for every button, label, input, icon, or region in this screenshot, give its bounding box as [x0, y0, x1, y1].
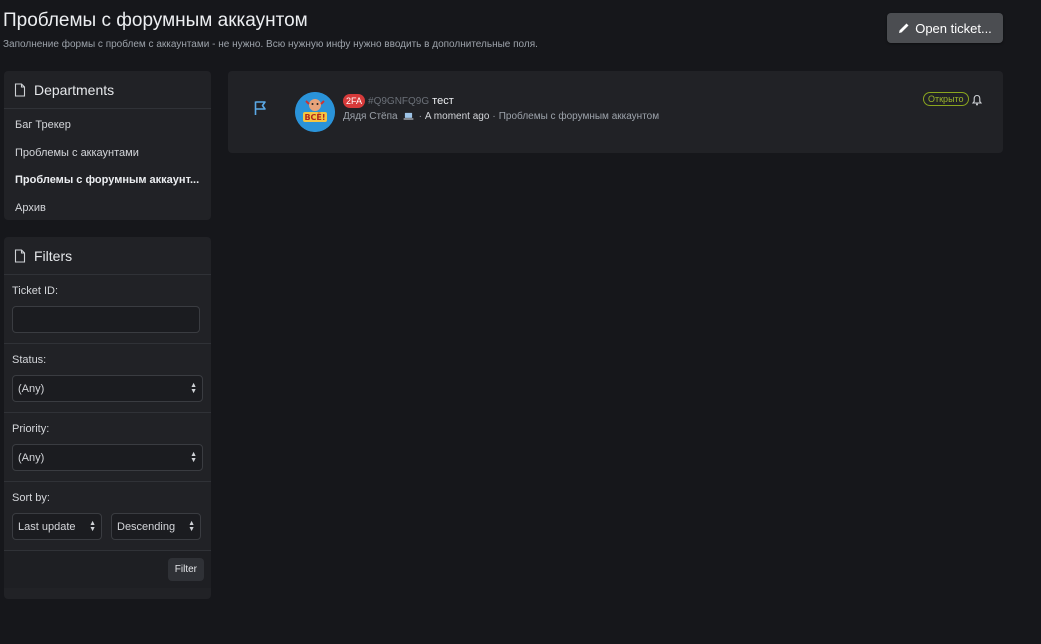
sort-field-select[interactable]: Last update ▲ ▼	[12, 513, 102, 540]
pencil-icon	[899, 23, 909, 33]
sort-order-select[interactable]: Descending ▲ ▼	[111, 513, 201, 540]
status-select-value: (Any)	[18, 382, 45, 395]
priority-section: Priority: (Any) ▲ ▼	[4, 413, 211, 482]
meta-separator: ·	[492, 111, 496, 122]
avatar-image: ВСЁ!	[295, 92, 335, 132]
ticket-id: #Q9GNFQ9G	[368, 95, 430, 107]
ticket-prefix-badge[interactable]: 2FA	[343, 94, 366, 108]
department-item-archive[interactable]: Архив	[4, 194, 211, 222]
meta-separator: ·	[418, 111, 422, 122]
select-arrows-icon: ▲ ▼	[190, 381, 197, 395]
ticket-title[interactable]: тест	[432, 95, 454, 107]
avatar-text: ВСЁ!	[304, 112, 325, 122]
departments-header: Departments	[4, 71, 211, 109]
departments-list: Баг Трекер Проблемы с аккаунтами Проблем…	[4, 109, 211, 222]
filters-block: Filters Ticket ID: Status: (Any) ▲ ▼ Prio…	[4, 237, 211, 599]
flag-icon[interactable]	[253, 100, 269, 116]
departments-title: Departments	[34, 81, 115, 98]
ticket-id-label: Ticket ID:	[12, 285, 59, 297]
select-arrows-icon: ▲ ▼	[89, 519, 96, 533]
ticket-author[interactable]: Дядя Стёпа	[343, 111, 398, 122]
open-ticket-button[interactable]: Open ticket...	[887, 13, 1003, 43]
priority-select[interactable]: (Any) ▲ ▼	[12, 444, 203, 471]
ticket-department[interactable]: Проблемы с форумным аккаунтом	[499, 111, 659, 122]
sort-field-value: Last update	[18, 520, 76, 533]
select-arrows-icon: ▲ ▼	[190, 450, 197, 464]
page-title: Проблемы с форумным аккаунтом	[3, 10, 308, 31]
department-item-forum-account-problems[interactable]: Проблемы с форумным аккаунт...	[4, 166, 211, 194]
filters-title: Filters	[34, 247, 73, 264]
document-icon	[14, 248, 26, 263]
select-arrows-icon: ▲ ▼	[188, 519, 195, 533]
departments-block: Departments Баг Трекер Проблемы с аккаун…	[4, 71, 211, 220]
bell-icon[interactable]	[972, 94, 982, 106]
priority-select-value: (Any)	[18, 451, 45, 464]
status-label: Status:	[12, 354, 47, 366]
priority-label: Priority:	[12, 423, 50, 435]
open-ticket-label: Open ticket...	[915, 20, 992, 36]
laptop-icon	[403, 112, 414, 120]
status-select[interactable]: (Any) ▲ ▼	[12, 375, 203, 402]
filter-footer: Filter	[4, 551, 211, 588]
ticket-list-item[interactable]: ВСЁ! 2FA #Q9GNFQ9G тест Дядя Стёпа · A m…	[228, 71, 1003, 153]
ticket-title-row: 2FA #Q9GNFQ9G тест	[343, 94, 454, 108]
status-section: Status: (Any) ▲ ▼	[4, 344, 211, 413]
ticket-meta-row: Дядя Стёпа · A moment ago · Проблемы с ф…	[343, 111, 659, 122]
department-item-account-problems[interactable]: Проблемы с аккаунтами	[4, 139, 211, 167]
sort-order-value: Descending	[117, 520, 176, 533]
document-icon	[14, 82, 26, 97]
filter-button[interactable]: Filter	[167, 558, 204, 581]
status-badge: Открыто	[923, 92, 969, 106]
page-description: Заполнение формы с проблем с аккаунтами …	[3, 39, 538, 50]
ticket-time[interactable]: A moment ago	[425, 111, 489, 122]
sort-label: Sort by:	[12, 492, 50, 504]
department-item-bug-tracker[interactable]: Баг Трекер	[4, 111, 211, 139]
filters-header: Filters	[4, 237, 211, 275]
avatar[interactable]: ВСЁ!	[295, 92, 335, 132]
sort-section: Sort by: Last update ▲ ▼ Descending ▲ ▼	[4, 482, 211, 551]
ticket-id-section: Ticket ID:	[4, 275, 211, 344]
ticket-id-input[interactable]	[12, 306, 200, 333]
